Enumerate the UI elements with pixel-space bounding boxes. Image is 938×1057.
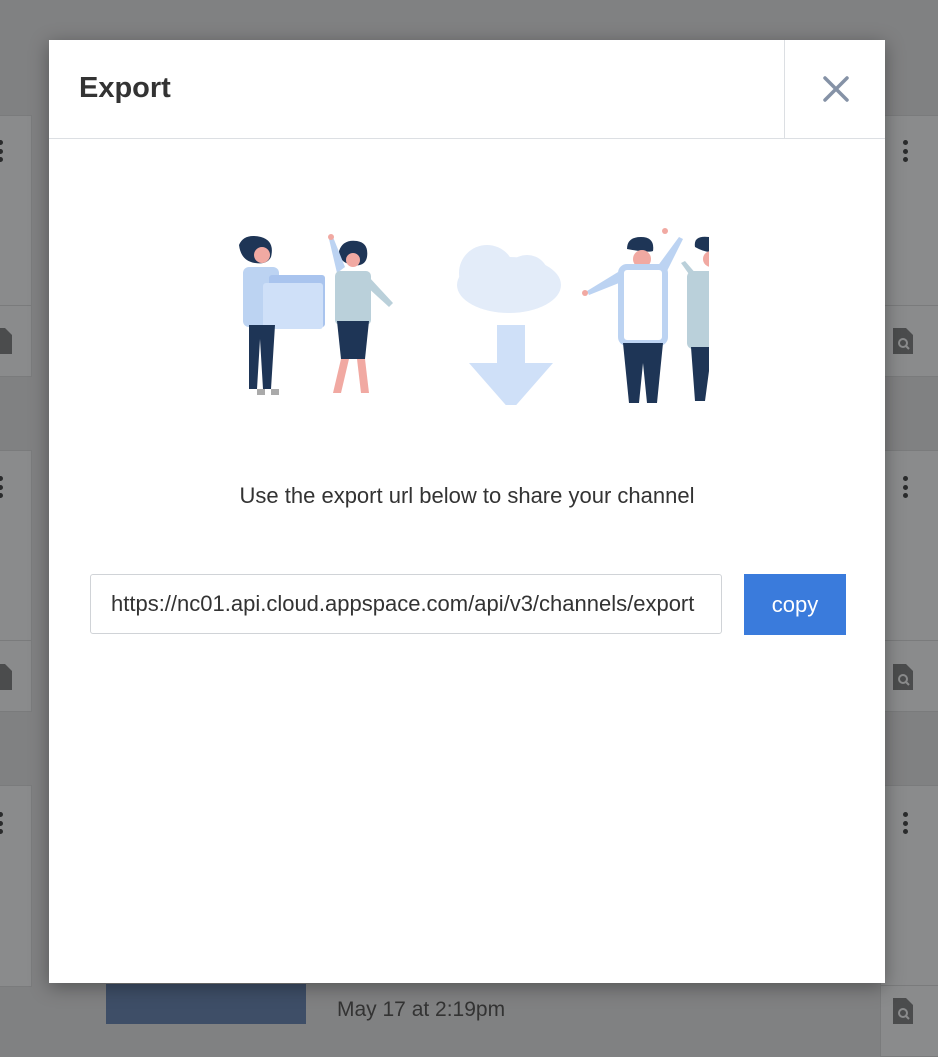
dialog-title: Export — [79, 72, 171, 104]
person-celebrating-illustration — [681, 236, 709, 401]
bg-thumbnail — [106, 984, 306, 1024]
person-cheering-illustration — [582, 228, 683, 403]
close-button[interactable] — [784, 40, 886, 138]
more-vertical-icon — [902, 812, 908, 834]
more-vertical-icon — [0, 140, 3, 162]
document-search-icon — [0, 328, 12, 354]
cloud-download-icon — [457, 245, 561, 405]
more-vertical-icon — [902, 476, 908, 498]
copy-button[interactable]: copy — [744, 574, 846, 635]
more-vertical-icon — [0, 476, 3, 498]
export-dialog: Export Use the export url below to share… — [49, 40, 885, 983]
bg-card — [880, 785, 938, 987]
document-search-icon — [893, 328, 913, 354]
document-search-icon — [0, 664, 12, 690]
export-instructions: Use the export url below to share your c… — [239, 483, 695, 508]
dialog-header: Export — [49, 40, 885, 139]
person-waving-illustration — [328, 234, 393, 393]
export-illustration — [239, 228, 709, 405]
more-vertical-icon — [902, 140, 908, 162]
export-url-field[interactable]: https://nc01.api.cloud.appspace.com/api/… — [90, 574, 722, 634]
bg-card — [0, 450, 32, 642]
bg-timestamp: May 17 at 2:19pm — [337, 998, 506, 1021]
document-search-icon — [893, 664, 913, 690]
bg-card — [880, 450, 938, 642]
person-with-folder-illustration — [239, 236, 325, 395]
bg-card — [880, 115, 938, 307]
more-vertical-icon — [0, 812, 3, 834]
bg-card — [0, 785, 32, 987]
close-icon — [822, 76, 849, 102]
document-search-icon — [893, 998, 913, 1024]
bg-card — [0, 115, 32, 307]
